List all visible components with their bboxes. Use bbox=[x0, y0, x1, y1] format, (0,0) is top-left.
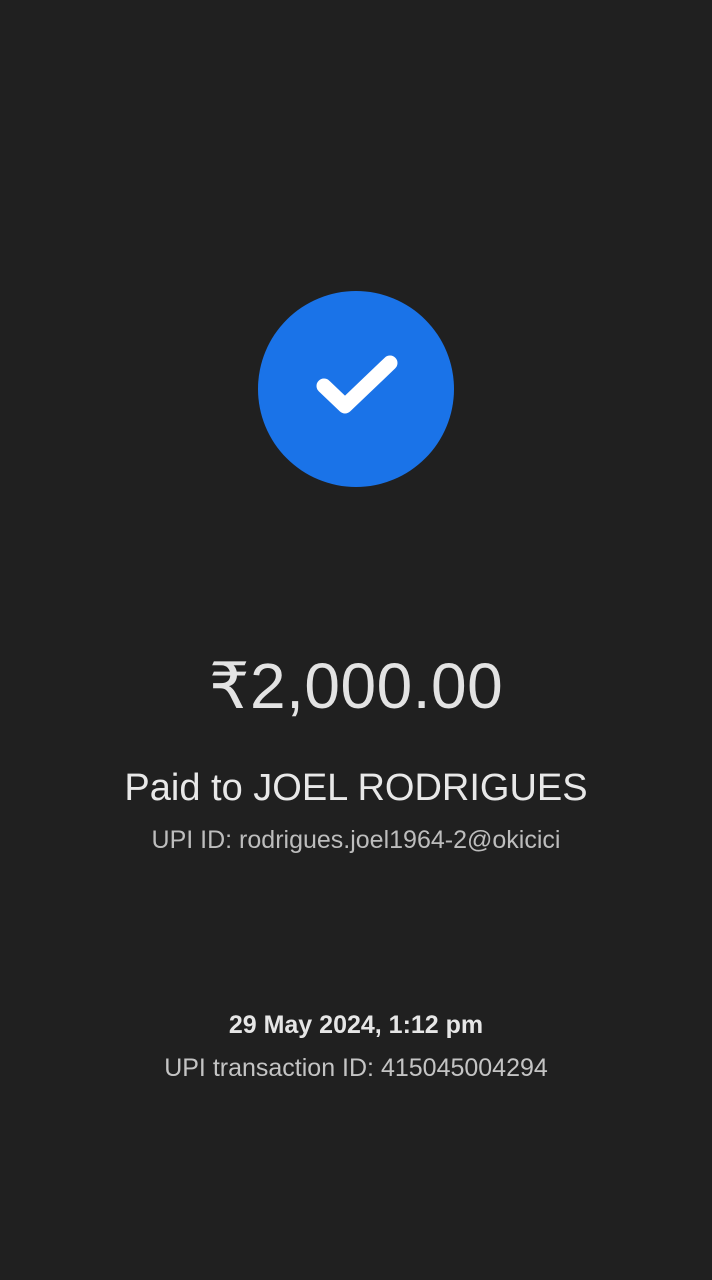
payee-upi-id: UPI ID: rodrigues.joel1964-2@okicici bbox=[151, 826, 561, 854]
payee-name: Paid to JOEL RODRIGUES bbox=[124, 767, 588, 809]
transaction-id: UPI transaction ID: 415045004294 bbox=[164, 1054, 548, 1082]
payment-amount: ₹2,000.00 bbox=[208, 650, 504, 722]
check-icon bbox=[316, 355, 398, 414]
payment-success-screen: ₹2,000.00 Paid to JOEL RODRIGUES UPI ID:… bbox=[0, 0, 712, 1280]
transaction-datetime: 29 May 2024, 1:12 pm bbox=[228, 1011, 484, 1039]
success-badge bbox=[258, 291, 454, 487]
